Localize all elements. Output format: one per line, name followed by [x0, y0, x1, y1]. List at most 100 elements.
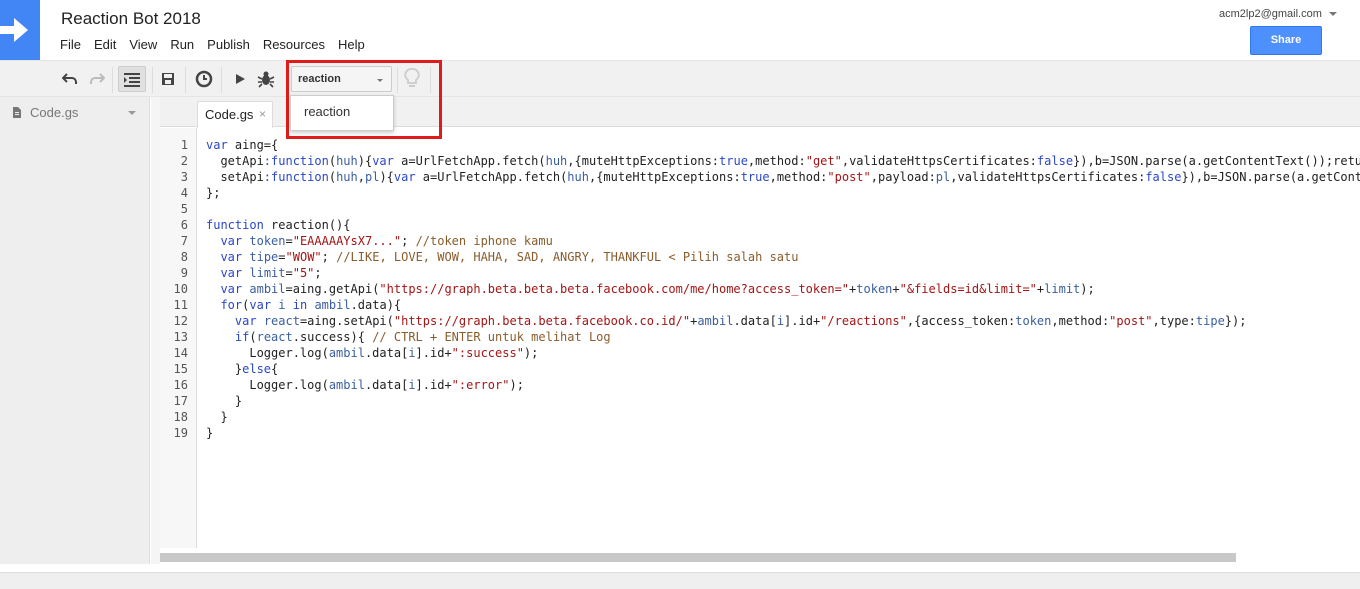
code-token: "post" — [1109, 314, 1153, 328]
code-token: if — [234, 330, 250, 344]
code-token: + — [892, 282, 900, 296]
menu-help[interactable]: Help — [338, 37, 365, 52]
code-token: a=UrlFetchApp.fetch( — [393, 154, 546, 168]
code-token: ( — [249, 330, 257, 344]
code-token: // CTRL + ENTER untuk melihat Log — [372, 330, 611, 344]
code-token: }),b=JSON.parse(a.getConte — [1181, 170, 1360, 184]
code-token: :function — [263, 154, 329, 168]
code-line[interactable]: var aing={ — [206, 138, 278, 152]
save-icon[interactable] — [158, 70, 178, 88]
code-token: ); — [523, 346, 539, 360]
code-token: ,type: — [1152, 314, 1196, 328]
redo-icon[interactable] — [87, 70, 107, 88]
code-line[interactable]: var token="EAAAAAYsX7..."; //token iphon… — [206, 234, 553, 248]
code-token: "5" — [292, 266, 315, 280]
code-token: "/reactions" — [820, 314, 907, 328]
close-icon[interactable]: × — [259, 107, 266, 121]
code-line[interactable]: var tipe="WOW"; //LIKE, LOVE, WOW, HAHA,… — [206, 250, 798, 264]
code-token: huh — [336, 154, 358, 168]
code-token: in — [292, 298, 308, 312]
code-token: }); — [1224, 314, 1247, 328]
code-token: { — [271, 362, 279, 376]
code-line[interactable]: } — [206, 394, 242, 408]
code-token: getApi — [206, 154, 264, 168]
code-token: react — [256, 330, 293, 344]
code-token: aing={ — [227, 138, 279, 152]
triggers-icon[interactable] — [194, 70, 214, 88]
account-email[interactable]: acm2lp2@gmail.com — [1219, 8, 1322, 20]
menu-run[interactable]: Run — [170, 37, 194, 52]
account-caret-icon[interactable] — [1329, 12, 1337, 16]
code-token: pl — [364, 170, 380, 184]
code-token: false — [1145, 170, 1182, 184]
code-token: , — [357, 170, 365, 184]
code-token: ){ — [357, 154, 373, 168]
code-token: = — [285, 266, 293, 280]
code-line[interactable]: } — [206, 426, 213, 440]
code-token: limit — [249, 266, 286, 280]
code-token: for — [220, 298, 243, 312]
line-number: 15 — [173, 362, 188, 376]
code-token: "&fields=id&limit=" — [899, 282, 1037, 296]
sidebar-splitter[interactable] — [151, 97, 160, 564]
code-token: var — [393, 170, 416, 184]
project-title[interactable]: Reaction Bot 2018 — [61, 9, 201, 29]
code-line[interactable]: var react=aing.setApi("https://graph.bet… — [206, 314, 1247, 328]
code-token: =aing.setApi( — [299, 314, 394, 328]
tab-label: Code.gs — [205, 107, 254, 122]
code-line[interactable]: var ambil=aing.getApi("https://graph.bet… — [206, 282, 1094, 296]
code-token: //token iphone kamu — [415, 234, 553, 248]
menu-edit[interactable]: Edit — [94, 37, 116, 52]
code-token: ; — [314, 266, 322, 280]
menu-publish[interactable]: Publish — [207, 37, 250, 52]
file-icon — [13, 107, 21, 118]
line-number: 10 — [173, 282, 188, 296]
undo-icon[interactable] — [60, 70, 80, 88]
horizontal-scrollbar[interactable] — [160, 553, 1236, 562]
code-token: ":success" — [451, 346, 524, 360]
code-token: ":error" — [451, 378, 510, 392]
code-line[interactable]: function reaction(){ — [206, 218, 351, 232]
code-token: = — [278, 250, 286, 264]
sidebar-file-label: Code.gs — [30, 105, 79, 120]
indent-button[interactable] — [118, 66, 146, 92]
code-line[interactable]: Logger.log(ambil.data[i].id+":error"); — [206, 378, 524, 392]
code-line[interactable]: var limit="5"; — [206, 266, 322, 280]
menu-view[interactable]: View — [129, 37, 157, 52]
toolbar-divider — [221, 67, 222, 93]
code-editor[interactable]: 1 2 3 4 5 6 7 8 9 10 11 12 13 14 15 16 17 18 19 var aing={… — [160, 128, 1360, 548]
code-token: Logger.log( — [206, 346, 329, 360]
code-line[interactable]: for(var i in ambil.data){ — [206, 298, 401, 312]
dropdown-option-reaction[interactable]: reaction — [304, 104, 393, 119]
code-token: ,{muteHttpExceptions: — [588, 170, 741, 184]
code-line[interactable]: setApi:function(huh,pl){var a=UrlFetchAp… — [206, 170, 1360, 184]
code-token: } — [206, 426, 214, 440]
tab-code-gs[interactable]: Code.gs × — [197, 101, 273, 128]
file-sidebar: Code.gs — [0, 97, 150, 564]
code-token: ); — [509, 378, 524, 392]
menu-resources[interactable]: Resources — [263, 37, 325, 52]
code-token: huh — [336, 170, 358, 184]
apps-script-logo[interactable] — [0, 0, 40, 60]
code-line[interactable]: }; — [206, 186, 220, 200]
code-token: :function — [263, 170, 329, 184]
debug-icon[interactable] — [256, 70, 276, 88]
code-token: huh — [545, 154, 568, 168]
line-number: 12 — [173, 314, 188, 328]
line-number: 3 — [180, 170, 188, 184]
code-line[interactable]: } — [206, 410, 227, 424]
chevron-down-icon[interactable] — [128, 111, 136, 115]
run-icon[interactable] — [230, 70, 250, 88]
share-button[interactable]: Share — [1250, 26, 1322, 55]
code-line[interactable]: if(react.success){ // CTRL + ENTER untuk… — [206, 330, 611, 344]
toolbar-divider — [112, 67, 113, 93]
code-line[interactable]: getApi:function(huh){var a=UrlFetchApp.f… — [206, 154, 1360, 168]
code-line[interactable]: Logger.log(ambil.data[i].id+":success"); — [206, 346, 538, 360]
menu-file[interactable]: File — [60, 37, 81, 52]
code-line[interactable]: }else{ — [206, 362, 278, 376]
